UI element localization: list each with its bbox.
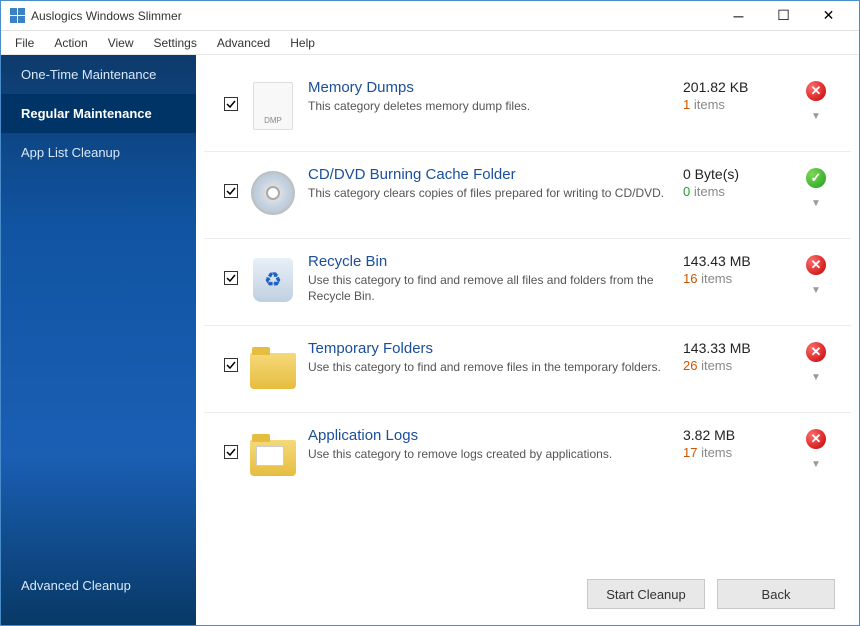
category-description: Use this category to find and remove all… — [308, 273, 673, 304]
chevron-down-icon[interactable]: ▼ — [811, 459, 821, 470]
folder2-icon — [246, 427, 300, 481]
category-items: 17 items — [683, 445, 793, 460]
category-title[interactable]: Memory Dumps — [308, 79, 673, 96]
chevron-down-icon[interactable]: ▼ — [811, 111, 821, 122]
category-description: Use this category to find and remove fil… — [308, 360, 673, 376]
category-row: CD/DVD Burning Cache Folder This category… — [204, 152, 851, 239]
category-items: 16 items — [683, 271, 793, 286]
menu-help[interactable]: Help — [280, 34, 325, 52]
category-items: 1 items — [683, 97, 793, 112]
error-icon: ✕ — [806, 255, 826, 275]
maximize-button[interactable]: ☐ — [761, 2, 806, 30]
category-size: 0 Byte(s) — [683, 166, 793, 182]
category-title[interactable]: Recycle Bin — [308, 253, 673, 270]
menu-advanced[interactable]: Advanced — [207, 34, 280, 52]
category-checkbox[interactable] — [224, 358, 238, 372]
sidebar-advanced-cleanup[interactable]: Advanced Cleanup — [1, 562, 196, 625]
category-size: 143.33 MB — [683, 340, 793, 356]
error-icon: ✕ — [806, 429, 826, 449]
category-description: This category deletes memory dump files. — [308, 99, 673, 115]
category-checkbox[interactable] — [224, 97, 238, 111]
sidebar: One-Time Maintenance Regular Maintenance… — [1, 55, 196, 625]
menu-settings[interactable]: Settings — [144, 34, 207, 52]
category-items: 0 items — [683, 184, 793, 199]
footer: Start Cleanup Back — [196, 563, 859, 625]
chevron-down-icon[interactable]: ▼ — [811, 285, 821, 296]
category-title[interactable]: CD/DVD Burning Cache Folder — [308, 166, 673, 183]
file-icon — [246, 79, 300, 133]
menu-view[interactable]: View — [98, 34, 144, 52]
window-controls: ─ ☐ ✕ — [716, 2, 851, 30]
category-description: Use this category to remove logs created… — [308, 447, 673, 463]
category-description: This category clears copies of files pre… — [308, 186, 673, 202]
app-icon — [9, 8, 25, 24]
cd-icon — [246, 166, 300, 220]
minimize-button[interactable]: ─ — [716, 2, 761, 30]
category-size: 143.43 MB — [683, 253, 793, 269]
chevron-down-icon[interactable]: ▼ — [811, 372, 821, 383]
folder-icon — [246, 340, 300, 394]
menubar: File Action View Settings Advanced Help — [1, 31, 859, 55]
error-icon: ✕ — [806, 81, 826, 101]
menu-action[interactable]: Action — [44, 34, 97, 52]
chevron-down-icon[interactable]: ▼ — [811, 198, 821, 209]
category-items: 26 items — [683, 358, 793, 373]
category-row: Application Logs Use this category to rem… — [204, 413, 851, 499]
sidebar-item-regular[interactable]: Regular Maintenance — [1, 94, 196, 133]
close-button[interactable]: ✕ — [806, 2, 851, 30]
category-title[interactable]: Temporary Folders — [308, 340, 673, 357]
category-checkbox[interactable] — [224, 184, 238, 198]
category-list: Memory Dumps This category deletes memory… — [196, 55, 859, 563]
window-title: Auslogics Windows Slimmer — [31, 9, 716, 23]
category-checkbox[interactable] — [224, 445, 238, 459]
main-panel: Memory Dumps This category deletes memory… — [196, 55, 859, 625]
error-icon: ✕ — [806, 342, 826, 362]
start-cleanup-button[interactable]: Start Cleanup — [587, 579, 705, 609]
titlebar: Auslogics Windows Slimmer ─ ☐ ✕ — [1, 1, 859, 31]
category-row: Memory Dumps This category deletes memory… — [204, 65, 851, 152]
sidebar-item-app-list[interactable]: App List Cleanup — [1, 133, 196, 172]
category-title[interactable]: Application Logs — [308, 427, 673, 444]
category-size: 201.82 KB — [683, 79, 793, 95]
back-button[interactable]: Back — [717, 579, 835, 609]
check-icon: ✓ — [806, 168, 826, 188]
category-checkbox[interactable] — [224, 271, 238, 285]
category-size: 3.82 MB — [683, 427, 793, 443]
category-row: Temporary Folders Use this category to fi… — [204, 326, 851, 413]
menu-file[interactable]: File — [5, 34, 44, 52]
sidebar-item-one-time[interactable]: One-Time Maintenance — [1, 55, 196, 94]
category-row: Recycle Bin Use this category to find and… — [204, 239, 851, 326]
bin-icon — [246, 253, 300, 307]
